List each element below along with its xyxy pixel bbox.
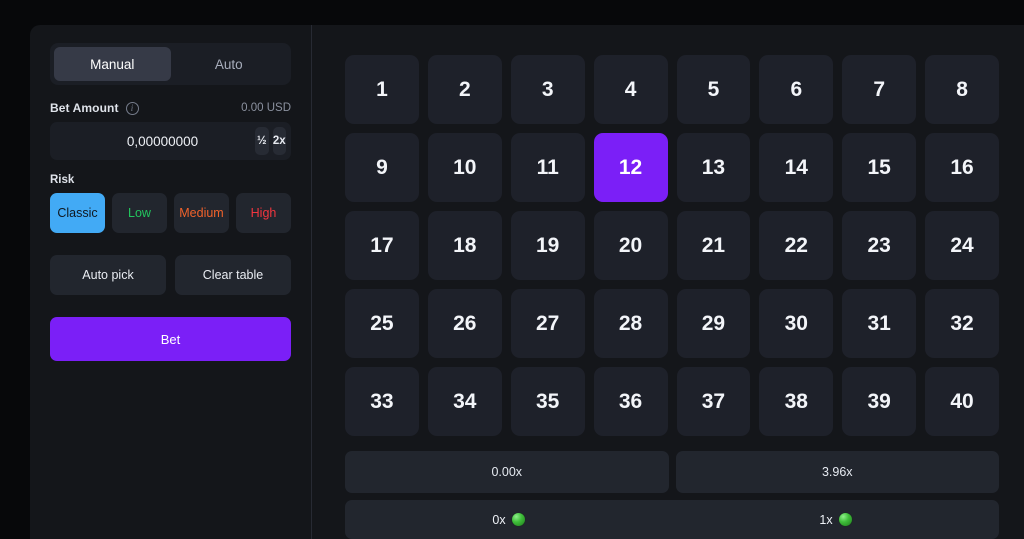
number-cell-12[interactable]: 12 xyxy=(594,133,668,202)
number-cell-32[interactable]: 32 xyxy=(925,289,999,358)
table-actions: Auto pick Clear table xyxy=(50,255,291,295)
bet-button[interactable]: Bet xyxy=(50,317,291,361)
risk-label: Risk xyxy=(50,174,291,186)
tab-auto[interactable]: Auto xyxy=(171,47,288,81)
number-cell-13[interactable]: 13 xyxy=(677,133,751,202)
game-panel: Manual Auto Bet Amount i 0.00 USD ½ 2x R… xyxy=(30,25,1024,539)
mode-switch: Manual Auto xyxy=(50,43,291,85)
number-cell-24[interactable]: 24 xyxy=(925,211,999,280)
number-cell-6[interactable]: 6 xyxy=(759,55,833,124)
number-cell-3[interactable]: 3 xyxy=(511,55,585,124)
clear-table-button[interactable]: Clear table xyxy=(175,255,291,295)
number-cell-7[interactable]: 7 xyxy=(842,55,916,124)
legend-label-1x: 1x xyxy=(819,513,832,527)
number-cell-15[interactable]: 15 xyxy=(842,133,916,202)
green-gem-icon xyxy=(512,513,525,526)
number-cell-40[interactable]: 40 xyxy=(925,367,999,436)
number-cell-37[interactable]: 37 xyxy=(677,367,751,436)
halve-bet-button[interactable]: ½ xyxy=(255,127,269,155)
risk-option-low[interactable]: Low xyxy=(112,193,167,233)
number-cell-11[interactable]: 11 xyxy=(511,133,585,202)
number-cell-5[interactable]: 5 xyxy=(677,55,751,124)
risk-option-medium[interactable]: Medium xyxy=(174,193,229,233)
number-cell-33[interactable]: 33 xyxy=(345,367,419,436)
number-cell-35[interactable]: 35 xyxy=(511,367,585,436)
number-cell-20[interactable]: 20 xyxy=(594,211,668,280)
risk-option-classic[interactable]: Classic xyxy=(50,193,105,233)
number-board: 1234567891011121314151617181920212223242… xyxy=(312,25,1024,539)
number-cell-1[interactable]: 1 xyxy=(345,55,419,124)
multiplier-current: 0.00x xyxy=(345,451,669,493)
number-cell-39[interactable]: 39 xyxy=(842,367,916,436)
legend-label-0x: 0x xyxy=(492,513,505,527)
number-cell-4[interactable]: 4 xyxy=(594,55,668,124)
number-cell-30[interactable]: 30 xyxy=(759,289,833,358)
bet-amount-input[interactable] xyxy=(50,134,251,149)
info-icon[interactable]: i xyxy=(126,102,139,115)
multiplier-potential: 3.96x xyxy=(676,451,1000,493)
number-cell-2[interactable]: 2 xyxy=(428,55,502,124)
balance-value: 0.00 USD xyxy=(241,102,291,114)
legend-item-1x: 1x xyxy=(672,500,999,539)
number-cell-9[interactable]: 9 xyxy=(345,133,419,202)
number-cell-31[interactable]: 31 xyxy=(842,289,916,358)
number-cell-25[interactable]: 25 xyxy=(345,289,419,358)
number-cell-21[interactable]: 21 xyxy=(677,211,751,280)
bet-amount-label-group: Bet Amount i xyxy=(50,101,139,115)
legend-item-0x: 0x xyxy=(345,500,672,539)
number-grid: 1234567891011121314151617181920212223242… xyxy=(345,55,999,436)
number-cell-10[interactable]: 10 xyxy=(428,133,502,202)
number-cell-8[interactable]: 8 xyxy=(925,55,999,124)
number-cell-19[interactable]: 19 xyxy=(511,211,585,280)
double-bet-button[interactable]: 2x xyxy=(273,127,287,155)
auto-pick-button[interactable]: Auto pick xyxy=(50,255,166,295)
number-cell-29[interactable]: 29 xyxy=(677,289,751,358)
number-cell-27[interactable]: 27 xyxy=(511,289,585,358)
bet-controls-panel: Manual Auto Bet Amount i 0.00 USD ½ 2x R… xyxy=(30,25,312,539)
number-cell-28[interactable]: 28 xyxy=(594,289,668,358)
number-cell-34[interactable]: 34 xyxy=(428,367,502,436)
number-cell-22[interactable]: 22 xyxy=(759,211,833,280)
bet-amount-label: Bet Amount xyxy=(50,101,119,115)
tab-manual[interactable]: Manual xyxy=(54,47,171,81)
app-root: Manual Auto Bet Amount i 0.00 USD ½ 2x R… xyxy=(0,0,1024,539)
number-cell-26[interactable]: 26 xyxy=(428,289,502,358)
green-gem-icon xyxy=(839,513,852,526)
bet-amount-header: Bet Amount i 0.00 USD xyxy=(50,101,291,115)
number-cell-23[interactable]: 23 xyxy=(842,211,916,280)
risk-option-high[interactable]: High xyxy=(236,193,291,233)
number-cell-36[interactable]: 36 xyxy=(594,367,668,436)
bet-amount-input-row: ½ 2x xyxy=(50,122,291,160)
legend-bar: 0x 1x xyxy=(345,500,999,539)
multiplier-row: 0.00x 3.96x xyxy=(345,451,999,493)
number-cell-17[interactable]: 17 xyxy=(345,211,419,280)
number-cell-38[interactable]: 38 xyxy=(759,367,833,436)
number-cell-16[interactable]: 16 xyxy=(925,133,999,202)
number-cell-14[interactable]: 14 xyxy=(759,133,833,202)
risk-selector: Classic Low Medium High xyxy=(50,193,291,233)
number-cell-18[interactable]: 18 xyxy=(428,211,502,280)
